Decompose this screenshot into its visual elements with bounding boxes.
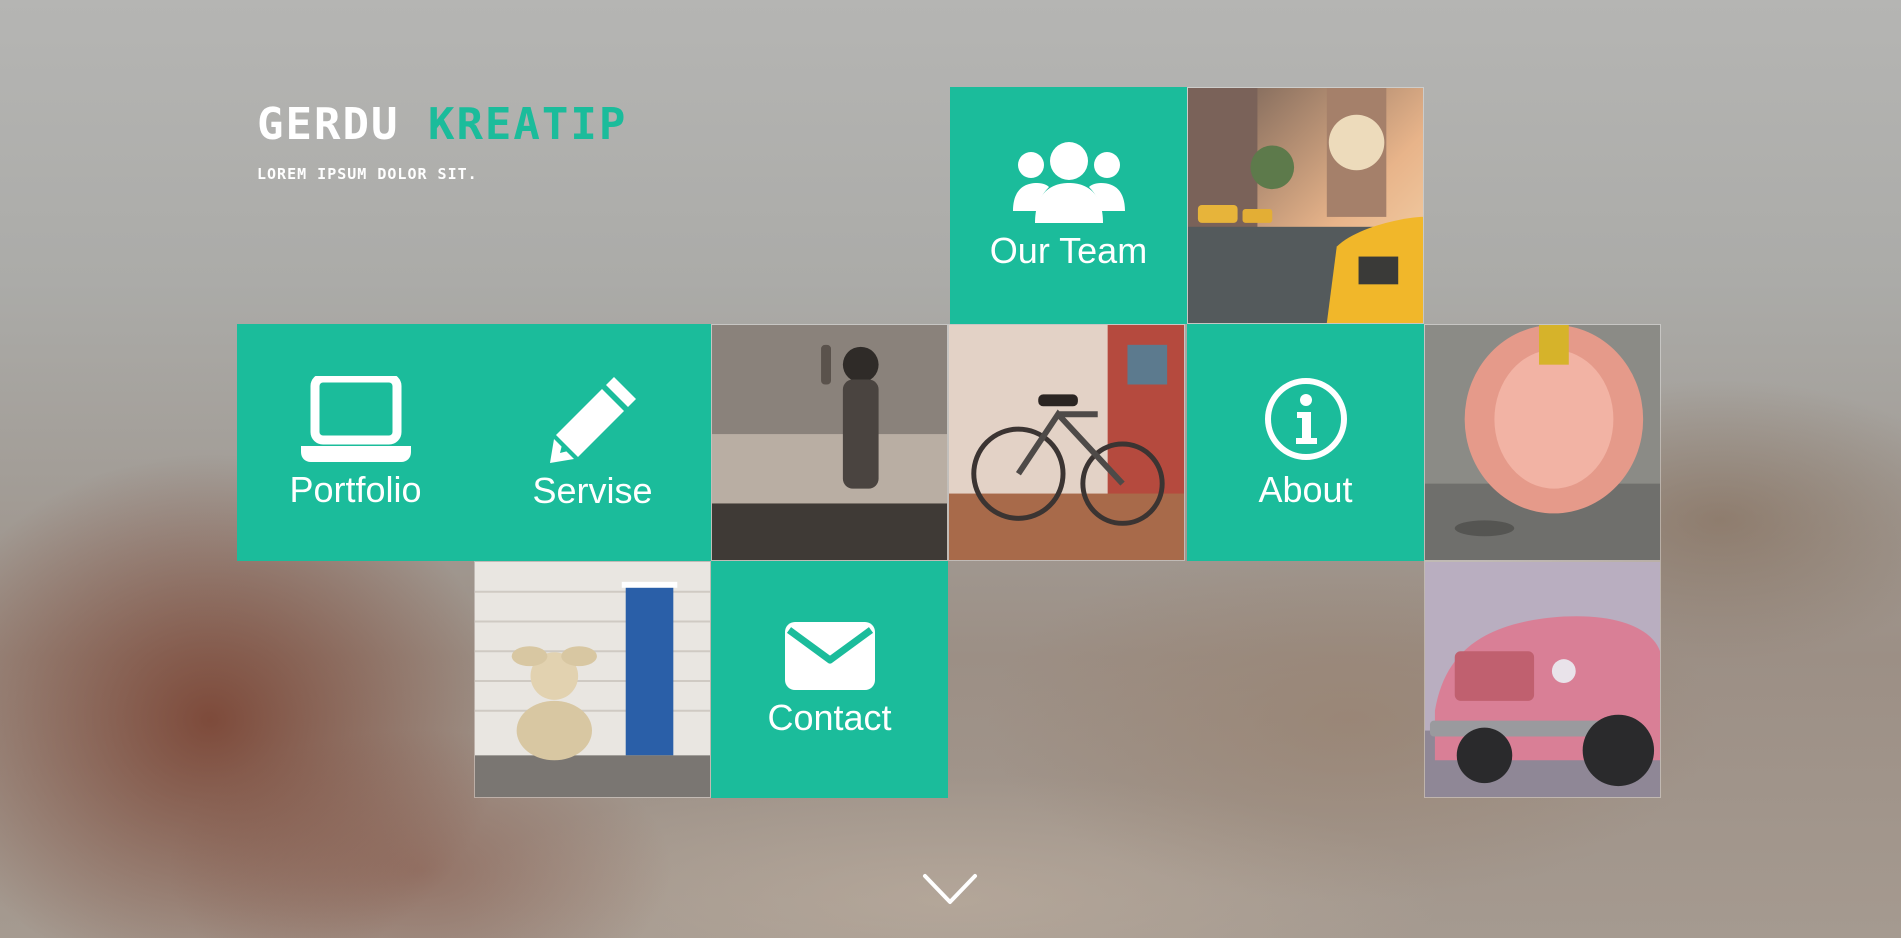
- info-circle-icon: [1264, 377, 1347, 460]
- servise-label: Servise: [532, 469, 653, 511]
- brand-title-main: GERDU: [257, 99, 400, 150]
- brand-title-accent: KREATIP: [427, 99, 628, 150]
- our-team-tile[interactable]: Our Team: [950, 87, 1187, 324]
- brand-title: GERDU KREATIP: [257, 103, 627, 147]
- contact-tile[interactable]: Contact: [711, 561, 948, 798]
- our-team-label: Our Team: [989, 229, 1148, 271]
- pencil-icon: [549, 376, 636, 463]
- photo-taxi-street: [1187, 87, 1424, 324]
- laptop-icon: [300, 375, 411, 462]
- about-label: About: [1258, 468, 1353, 510]
- about-tile[interactable]: About: [1187, 324, 1424, 561]
- photo-bicycle: [948, 324, 1185, 561]
- brand-tagline: LOREM IPSUM DOLOR SIT.: [257, 165, 478, 183]
- scroll-down-button[interactable]: [922, 872, 978, 908]
- envelope-icon: [784, 621, 875, 690]
- portfolio-tile[interactable]: Portfolio: [237, 324, 474, 561]
- portfolio-label: Portfolio: [289, 468, 422, 510]
- contact-label: Contact: [767, 696, 892, 738]
- photo-lion-dance: [1424, 324, 1661, 561]
- servise-tile[interactable]: Servise: [474, 324, 711, 561]
- users-icon: [1012, 141, 1125, 223]
- brand: GERDU KREATIP LOREM IPSUM DOLOR SIT.: [257, 103, 627, 184]
- photo-pink-truck: [1424, 561, 1661, 798]
- chevron-down-icon: [923, 874, 977, 904]
- photo-bunny-door: [474, 561, 711, 798]
- photo-child-wall: [711, 324, 948, 561]
